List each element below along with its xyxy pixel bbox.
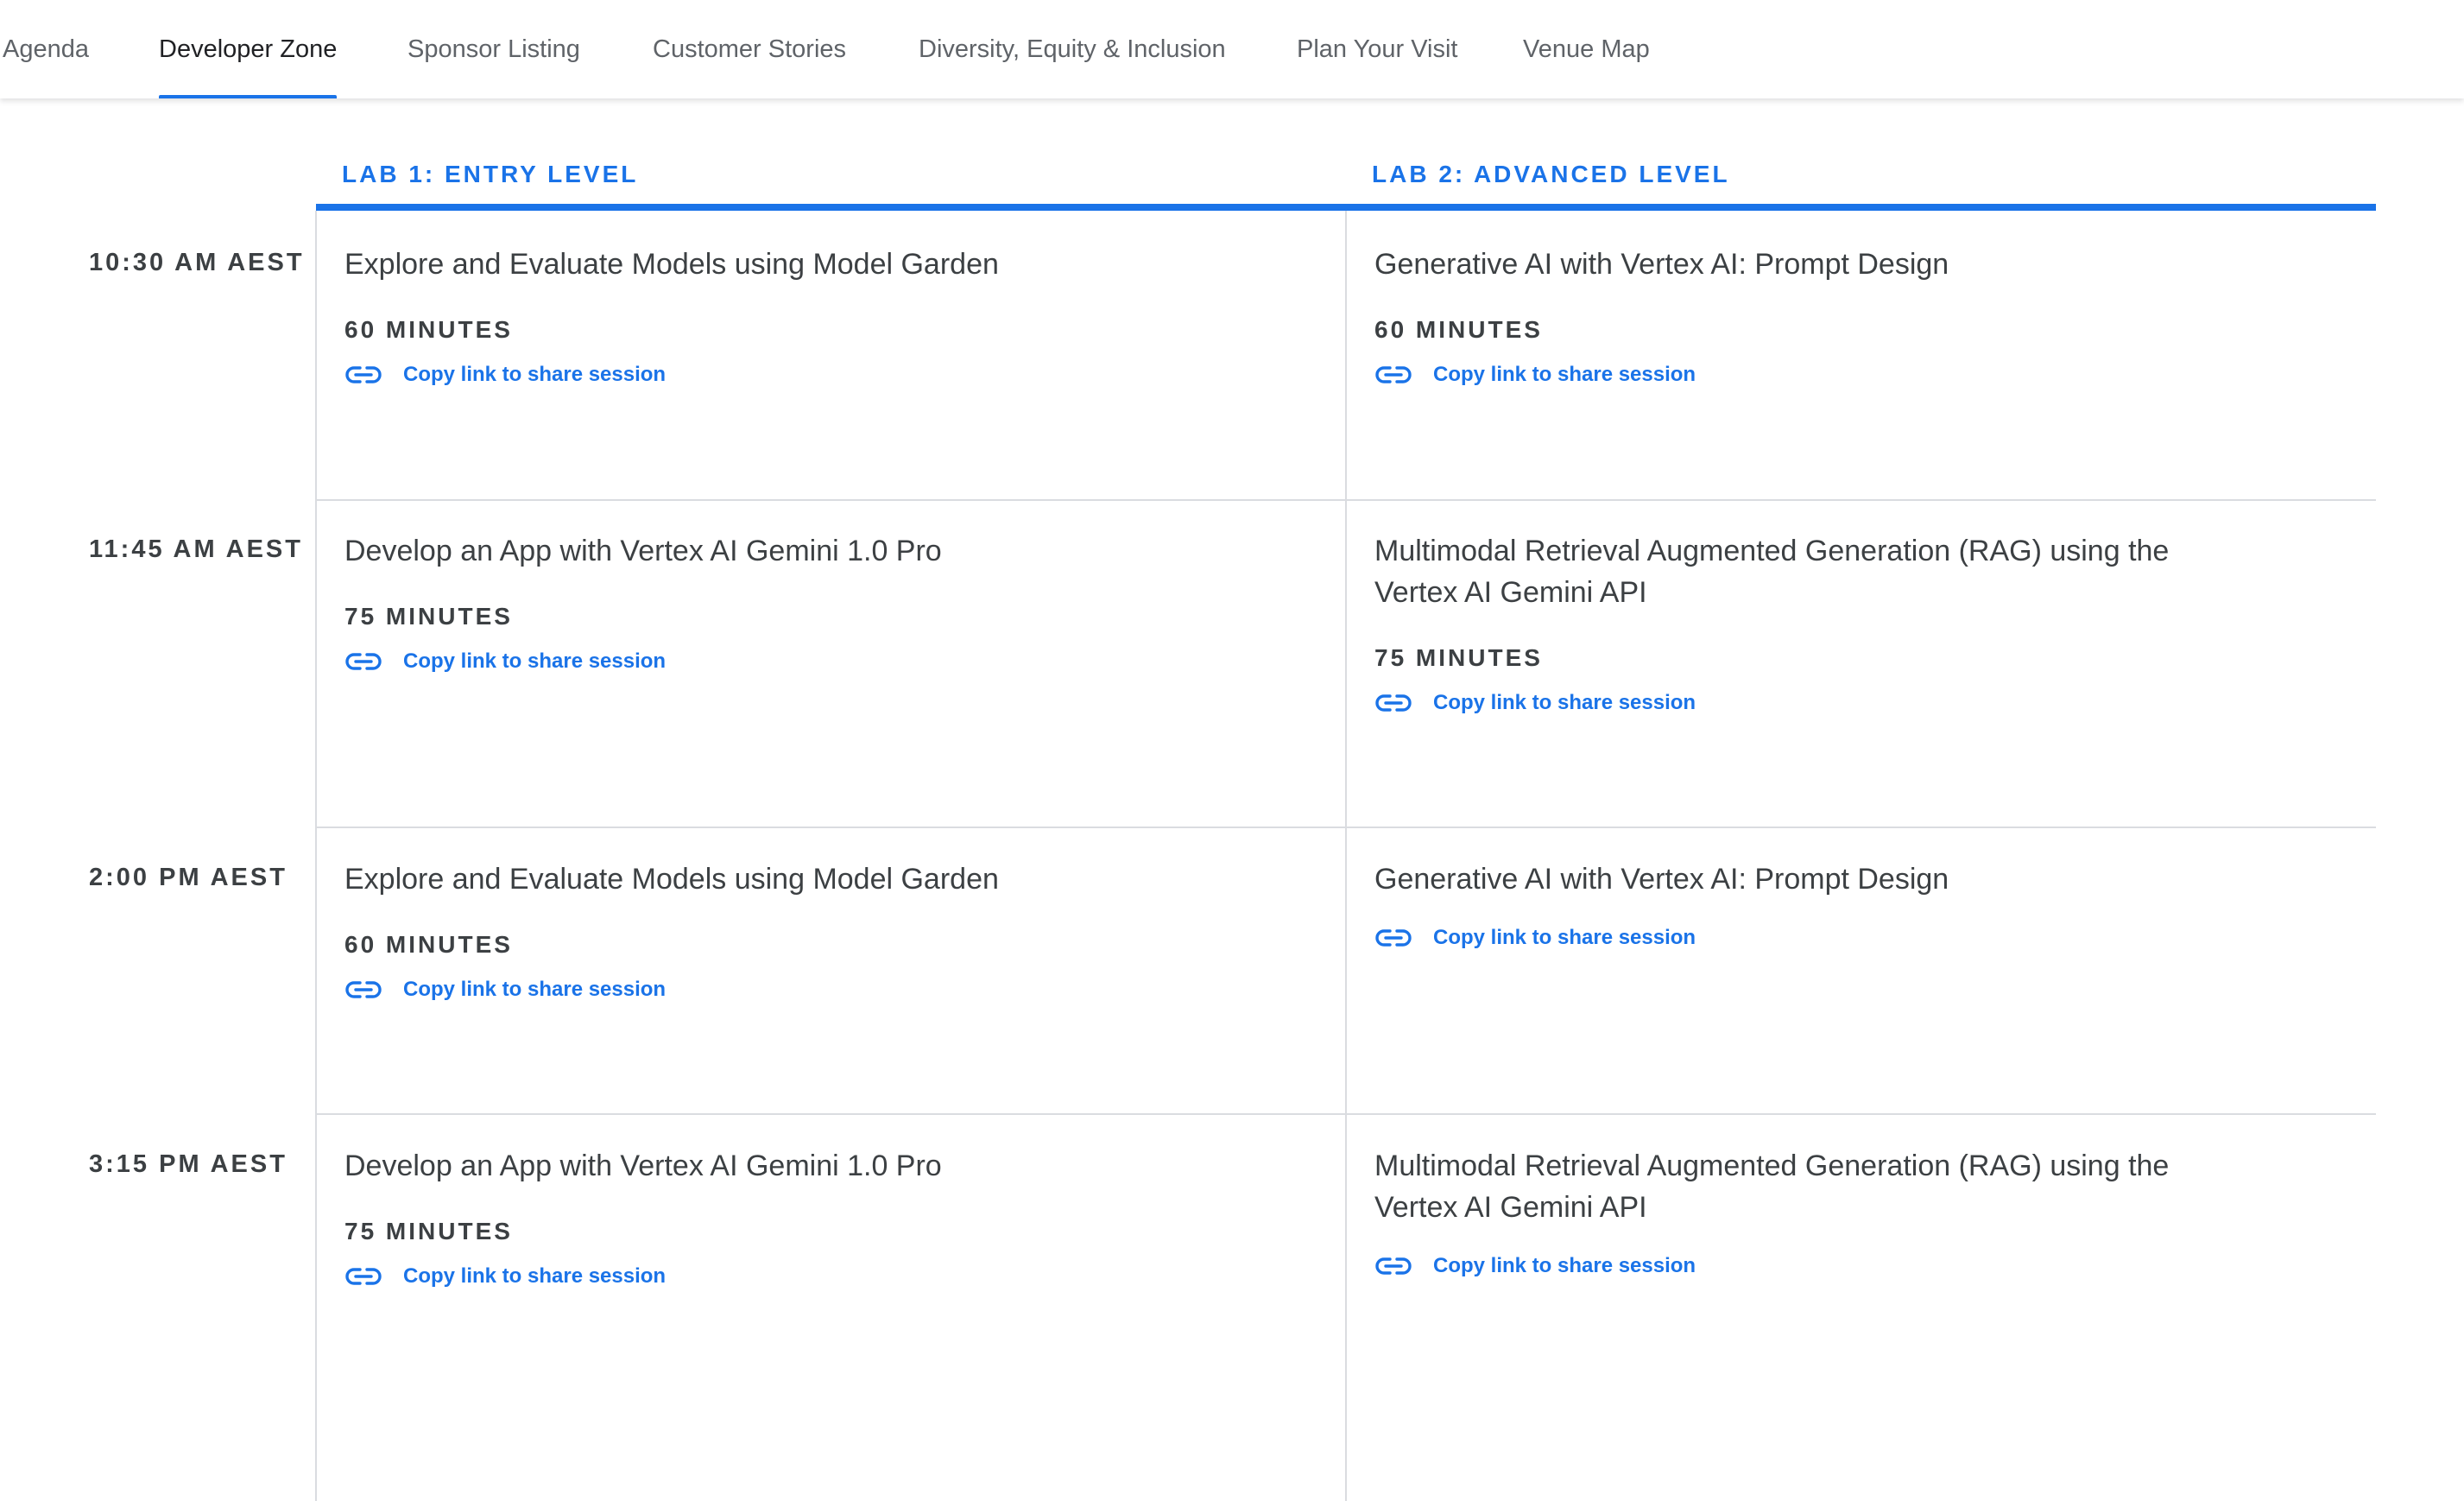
tab-label: Developer Zone	[159, 35, 338, 63]
time-slot-label: 3:15 PM AEST	[89, 1150, 287, 1178]
lab-2-header: LAB 2: ADVANCED LEVEL	[1372, 161, 1730, 187]
tab-diversity-equity-inclusion[interactable]: Diversity, Equity & Inclusion	[919, 0, 1226, 98]
session-card: Develop an App with Vertex AI Gemini 1.0…	[344, 1145, 1294, 1289]
link-icon	[344, 979, 382, 1000]
copy-link-label: Copy link to share session	[403, 649, 667, 673]
session-title: Generative AI with Vertex AI: Prompt Des…	[1374, 248, 1949, 281]
tab-label: Agenda	[3, 35, 89, 63]
tab-sponsor-listing[interactable]: Sponsor Listing	[408, 0, 580, 98]
session-title: Develop an App with Vertex AI Gemini 1.0…	[344, 1150, 942, 1182]
session-title: Develop an App with Vertex AI Gemini 1.0…	[344, 535, 942, 567]
session-duration: 75 MINUTES	[344, 1218, 513, 1244]
copy-link-button[interactable]: Copy link to share session	[1374, 363, 2324, 387]
tab-label: Sponsor Listing	[408, 35, 580, 63]
copy-link-label: Copy link to share session	[1433, 1254, 1696, 1277]
copy-link-label: Copy link to share session	[1433, 691, 1696, 714]
copy-link-button[interactable]: Copy link to share session	[1374, 926, 2324, 950]
tab-venue-map[interactable]: Venue Map	[1523, 0, 1650, 98]
grid-column-divider	[315, 211, 317, 1501]
link-icon	[1374, 693, 1412, 713]
session-duration: 60 MINUTES	[344, 316, 513, 343]
copy-link-label: Copy link to share session	[403, 1264, 667, 1288]
session-duration: 60 MINUTES	[1374, 316, 1543, 343]
session-card: Develop an App with Vertex AI Gemini 1.0…	[344, 530, 1294, 674]
tab-plan-your-visit[interactable]: Plan Your Visit	[1297, 0, 1458, 98]
tab-label: Diversity, Equity & Inclusion	[919, 35, 1226, 63]
session-card: Multimodal Retrieval Augmented Generatio…	[1374, 1145, 2324, 1278]
session-card: Generative AI with Vertex AI: Prompt Des…	[1374, 858, 2324, 950]
session-duration: 75 MINUTES	[1374, 644, 1543, 671]
time-slot-label: 2:00 PM AEST	[89, 864, 287, 891]
session-duration: 60 MINUTES	[344, 931, 513, 958]
tab-customer-stories[interactable]: Customer Stories	[653, 0, 846, 98]
tab-developer-zone[interactable]: Developer Zone	[159, 0, 338, 98]
tab-label: Plan Your Visit	[1297, 35, 1458, 63]
header-divider	[316, 204, 2376, 211]
copy-link-label: Copy link to share session	[1433, 926, 1696, 949]
session-title: Explore and Evaluate Models using Model …	[344, 248, 999, 281]
tab-agenda[interactable]: Agenda	[3, 0, 89, 98]
time-slot-label: 11:45 AM AEST	[89, 535, 303, 563]
link-icon	[1374, 928, 1412, 948]
copy-link-button[interactable]: Copy link to share session	[344, 363, 1294, 387]
copy-link-label: Copy link to share session	[1433, 363, 1696, 386]
session-title: Multimodal Retrieval Augmented Generatio…	[1374, 535, 2170, 609]
tab-label: Customer Stories	[653, 35, 847, 63]
session-title: Explore and Evaluate Models using Model …	[344, 863, 999, 896]
grid-column-divider	[1345, 211, 1347, 1501]
link-icon	[1374, 1256, 1412, 1276]
session-card: Explore and Evaluate Models using Model …	[344, 244, 1294, 387]
session-title: Multimodal Retrieval Augmented Generatio…	[1374, 1150, 2170, 1224]
link-icon	[344, 364, 382, 385]
session-card: Multimodal Retrieval Augmented Generatio…	[1374, 530, 2324, 715]
session-duration: 75 MINUTES	[344, 603, 513, 630]
lab-1-header: LAB 1: ENTRY LEVEL	[342, 161, 639, 187]
copy-link-button[interactable]: Copy link to share session	[344, 1264, 1294, 1289]
copy-link-label: Copy link to share session	[403, 363, 667, 386]
row-divider	[316, 1113, 2376, 1115]
row-divider	[316, 499, 2376, 501]
top-navigation: Agenda Developer Zone Sponsor Listing Cu…	[0, 0, 2464, 98]
time-slot-label: 10:30 AM AEST	[89, 249, 305, 276]
copy-link-button[interactable]: Copy link to share session	[344, 649, 1294, 674]
copy-link-button[interactable]: Copy link to share session	[1374, 1254, 2324, 1278]
link-icon	[344, 1266, 382, 1287]
row-divider	[316, 826, 2376, 828]
session-title: Generative AI with Vertex AI: Prompt Des…	[1374, 863, 1949, 896]
copy-link-button[interactable]: Copy link to share session	[1374, 691, 2324, 715]
link-icon	[1374, 364, 1412, 385]
copy-link-button[interactable]: Copy link to share session	[344, 978, 1294, 1002]
active-tab-indicator	[159, 95, 338, 98]
tab-label: Venue Map	[1523, 35, 1650, 63]
copy-link-label: Copy link to share session	[403, 978, 667, 1001]
session-card: Explore and Evaluate Models using Model …	[344, 858, 1294, 1002]
link-icon	[344, 651, 382, 672]
session-card: Generative AI with Vertex AI: Prompt Des…	[1374, 244, 2324, 387]
